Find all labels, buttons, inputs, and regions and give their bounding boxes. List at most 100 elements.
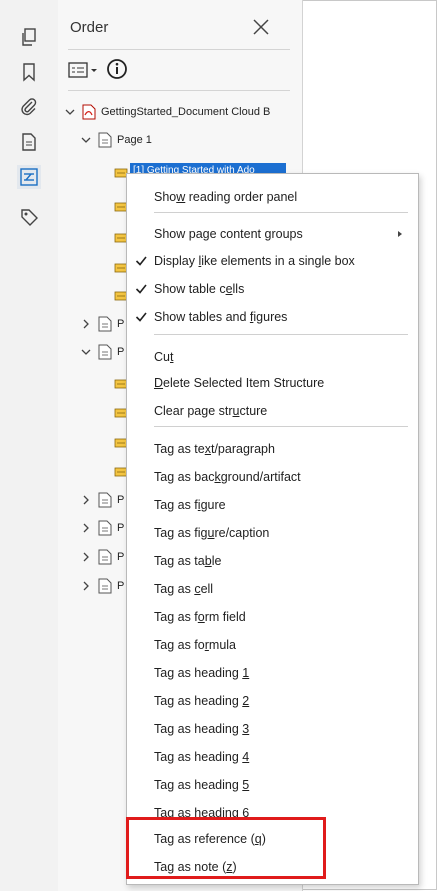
checkmark-icon bbox=[135, 306, 147, 328]
tree-page-node[interactable]: P bbox=[80, 315, 124, 333]
page-label: P bbox=[117, 494, 125, 506]
menu-item-label: Show reading order panel bbox=[154, 190, 298, 204]
chevron-down-icon[interactable] bbox=[80, 134, 92, 146]
menu-item[interactable]: Tag as figure bbox=[127, 494, 418, 516]
menu-item[interactable]: Tag as cell bbox=[127, 578, 418, 600]
content-icon[interactable] bbox=[17, 130, 41, 154]
menu-item[interactable]: Tag as figure/caption bbox=[127, 522, 418, 544]
menu-item[interactable]: Tag as formula bbox=[127, 634, 418, 656]
submenu-arrow-icon bbox=[396, 223, 404, 245]
order-icon[interactable] bbox=[17, 165, 41, 189]
context-menu: Show reading order panel Show page conten… bbox=[126, 173, 419, 885]
menu-item[interactable]: Tag as form field bbox=[127, 606, 418, 628]
menu-item-label: Show tables and figures bbox=[154, 310, 288, 324]
menu-item[interactable]: Tag as reference (q) bbox=[127, 828, 418, 850]
menu-item-label: Tag as figure/caption bbox=[154, 526, 270, 540]
page-icon bbox=[98, 549, 112, 565]
tree-page-node[interactable]: Page 1 bbox=[80, 131, 152, 149]
page-label: Page 1 bbox=[117, 134, 152, 146]
tree-page-node[interactable]: P bbox=[80, 548, 124, 566]
menu-item-label: Tag as note (z) bbox=[154, 860, 237, 874]
menu-item-label: Tag as figure bbox=[154, 498, 226, 512]
pdf-file-icon bbox=[82, 104, 96, 120]
tree-page-node[interactable]: P bbox=[80, 343, 124, 361]
page-label: P bbox=[117, 580, 125, 592]
checkmark-icon bbox=[135, 278, 147, 300]
menu-item[interactable]: Tag as heading 2 bbox=[127, 690, 418, 712]
page-label: P bbox=[117, 346, 125, 358]
menu-item-label: Clear page structure bbox=[154, 404, 268, 418]
menu-item-label: Tag as formula bbox=[154, 638, 236, 652]
menu-item-label: Tag as background/artifact bbox=[154, 470, 301, 484]
menu-separator bbox=[154, 426, 408, 427]
navigation-toolstrip bbox=[0, 0, 59, 891]
menu-item[interactable]: Tag as background/artifact bbox=[127, 466, 418, 488]
page-icon bbox=[98, 132, 112, 148]
menu-item-label: Show table cells bbox=[154, 282, 245, 296]
bookmark-icon[interactable] bbox=[17, 60, 41, 84]
menu-item-label: Show page content groups bbox=[154, 227, 303, 241]
chevron-down-icon[interactable] bbox=[80, 346, 92, 358]
chevron-right-icon[interactable] bbox=[80, 318, 92, 330]
menu-item-label: Tag as heading 5 bbox=[154, 778, 250, 792]
menu-item[interactable]: Show table cells bbox=[127, 278, 418, 300]
page-label: P bbox=[117, 551, 125, 563]
page-icon bbox=[98, 344, 112, 360]
chevron-right-icon[interactable] bbox=[80, 522, 92, 534]
tree-page-node[interactable]: P bbox=[80, 491, 124, 509]
document-label: GettingStarted_Document Cloud B bbox=[101, 106, 271, 118]
menu-item[interactable]: Tag as heading 4 bbox=[127, 746, 418, 768]
menu-item-label: Tag as text/paragraph bbox=[154, 442, 275, 456]
menu-item-label: Tag as form field bbox=[154, 610, 246, 624]
page-icon bbox=[98, 520, 112, 536]
menu-item[interactable]: Tag as table bbox=[127, 550, 418, 572]
menu-item-label: Tag as heading 4 bbox=[154, 750, 250, 764]
chevron-right-icon[interactable] bbox=[80, 551, 92, 563]
menu-item[interactable]: Show reading order panel bbox=[127, 186, 418, 208]
panel-title: Order bbox=[70, 19, 109, 36]
menu-item[interactable]: Tag as note (z) bbox=[127, 856, 418, 878]
menu-item[interactable]: Tag as text/paragraph bbox=[127, 438, 418, 460]
menu-item-label: Delete Selected Item Structure bbox=[154, 376, 325, 390]
menu-item[interactable]: Delete Selected Item Structure bbox=[127, 372, 418, 394]
menu-item-label: Tag as heading 1 bbox=[154, 666, 250, 680]
menu-item-label: Tag as heading 3 bbox=[154, 722, 250, 736]
page-icon bbox=[98, 316, 112, 332]
options-menu-icon[interactable] bbox=[68, 60, 102, 80]
menu-item[interactable]: Clear page structure bbox=[127, 400, 418, 422]
menu-item-label: Display like elements in a single box bbox=[154, 254, 355, 268]
tree-page-node[interactable]: P bbox=[80, 577, 124, 595]
chevron-right-icon[interactable] bbox=[80, 494, 92, 506]
menu-item-label: Tag as heading 6 bbox=[154, 806, 250, 820]
menu-item[interactable]: Show tables and figures bbox=[127, 306, 418, 328]
menu-separator bbox=[154, 212, 408, 213]
menu-item[interactable]: Tag as heading 6 bbox=[127, 802, 418, 824]
menu-item[interactable]: Tag as heading 5 bbox=[127, 774, 418, 796]
menu-item[interactable]: Show page content groups bbox=[127, 223, 418, 245]
attachment-icon[interactable] bbox=[17, 95, 41, 119]
menu-item[interactable]: Tag as heading 3 bbox=[127, 718, 418, 740]
tags-icon[interactable] bbox=[17, 205, 41, 229]
divider bbox=[68, 90, 290, 91]
info-icon[interactable] bbox=[106, 58, 128, 80]
divider bbox=[68, 49, 290, 50]
page-label: P bbox=[117, 522, 125, 534]
page-label: P bbox=[117, 318, 125, 330]
chevron-right-icon[interactable] bbox=[80, 580, 92, 592]
pages-icon[interactable] bbox=[17, 25, 41, 49]
tree-page-node[interactable]: P bbox=[80, 519, 124, 537]
close-icon[interactable] bbox=[250, 16, 272, 38]
menu-item[interactable]: Display like elements in a single box bbox=[127, 250, 418, 272]
page-icon bbox=[98, 578, 112, 594]
menu-item[interactable]: Tag as heading 1 bbox=[127, 662, 418, 684]
page-icon bbox=[98, 492, 112, 508]
menu-item-label: Tag as cell bbox=[154, 582, 214, 596]
tree-document-node[interactable]: GettingStarted_Document Cloud B bbox=[64, 103, 270, 121]
chevron-down-icon[interactable] bbox=[64, 106, 76, 118]
menu-item-label: Cut bbox=[154, 350, 174, 364]
menu-item[interactable]: Cut bbox=[127, 346, 418, 368]
checkmark-icon bbox=[135, 250, 147, 272]
menu-item-label: Tag as table bbox=[154, 554, 222, 568]
menu-item-label: Tag as reference (q) bbox=[154, 832, 266, 846]
menu-item-label: Tag as heading 2 bbox=[154, 694, 250, 708]
